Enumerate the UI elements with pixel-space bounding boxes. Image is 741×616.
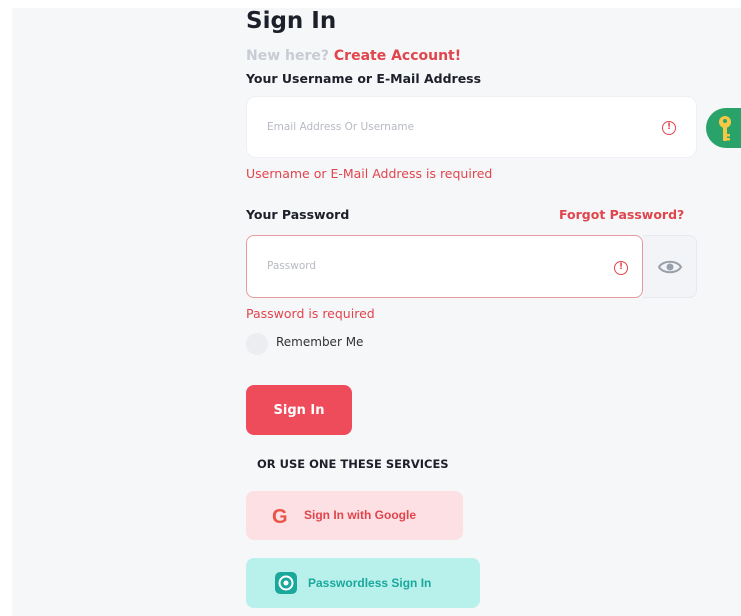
show-password-button[interactable] — [643, 235, 697, 298]
new-here-text: New here? — [246, 48, 330, 64]
passwordless-icon — [275, 572, 297, 594]
or-use-services-text: OR USE ONE THESE SERVICES — [257, 457, 449, 471]
new-here-line: New here? Create Account! — [246, 48, 461, 64]
password-placeholder: Password — [267, 260, 317, 272]
passwordless-sign-in-button[interactable]: Passwordless Sign In — [246, 558, 480, 608]
username-field[interactable]: Email Address Or Username ! — [246, 96, 697, 158]
forgot-password-link[interactable]: Forgot Password? — [559, 207, 684, 222]
username-placeholder: Email Address Or Username — [267, 121, 415, 133]
key-icon[interactable] — [706, 108, 741, 148]
google-icon: G — [272, 506, 288, 528]
exclamation-circle-icon: ! — [614, 261, 628, 275]
remember-me-checkbox[interactable] — [246, 333, 268, 355]
username-error-message: Username or E-Mail Address is required — [246, 166, 493, 181]
exclamation-circle-icon: ! — [662, 121, 676, 135]
password-label: Your Password — [246, 207, 350, 222]
passwordless-sign-in-label: Passwordless Sign In — [308, 576, 432, 590]
password-error-message: Password is required — [246, 306, 375, 321]
eye-icon — [657, 260, 683, 274]
username-label: Your Username or E-Mail Address — [246, 71, 482, 86]
page-title: Sign In — [246, 8, 337, 34]
google-sign-in-label: Sign In with Google — [304, 508, 416, 522]
password-field[interactable]: Password ! — [246, 235, 643, 298]
google-sign-in-button[interactable]: G Sign In with Google — [246, 491, 463, 540]
remember-me-label: Remember Me — [276, 335, 364, 349]
sign-in-button[interactable]: Sign In — [246, 385, 352, 435]
create-account-link[interactable]: Create Account! — [334, 48, 461, 64]
